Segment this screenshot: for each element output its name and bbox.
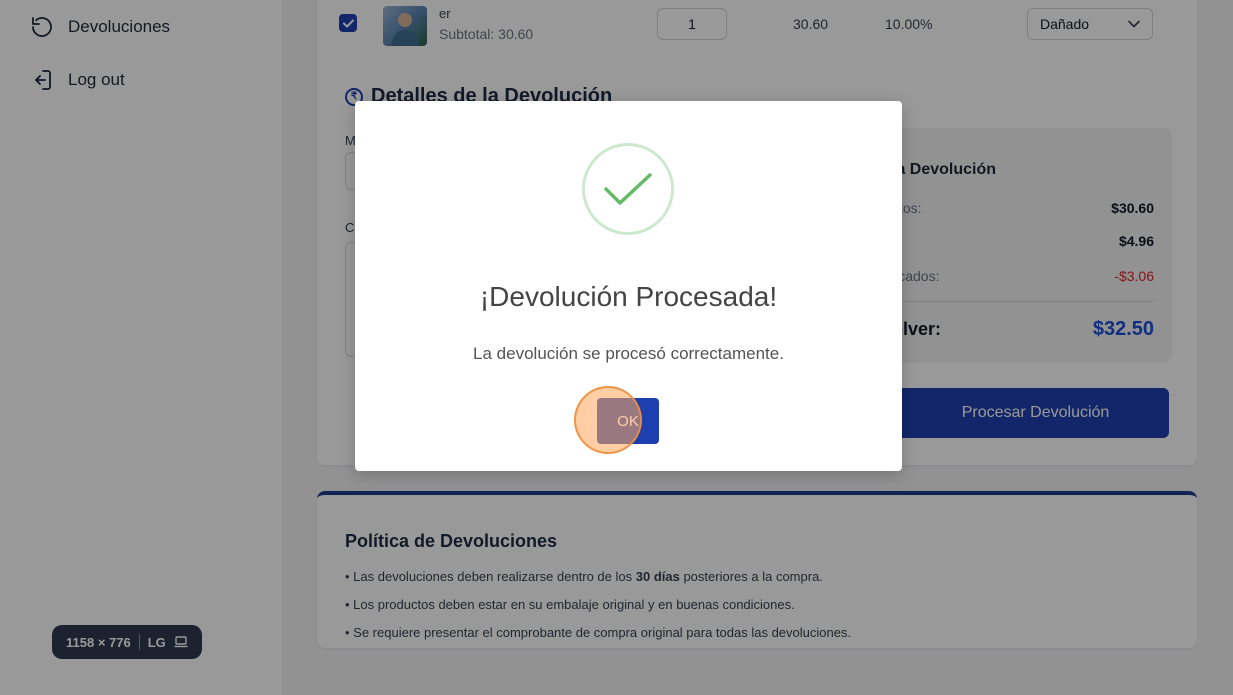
success-modal: ¡Devolución Procesada! La devolución se …: [355, 101, 902, 471]
modal-message: La devolución se procesó correctamente.: [473, 344, 784, 363]
click-indicator: [574, 386, 642, 454]
success-check-icon: [582, 143, 674, 235]
modal-title: ¡Devolución Procesada!: [479, 281, 778, 312]
